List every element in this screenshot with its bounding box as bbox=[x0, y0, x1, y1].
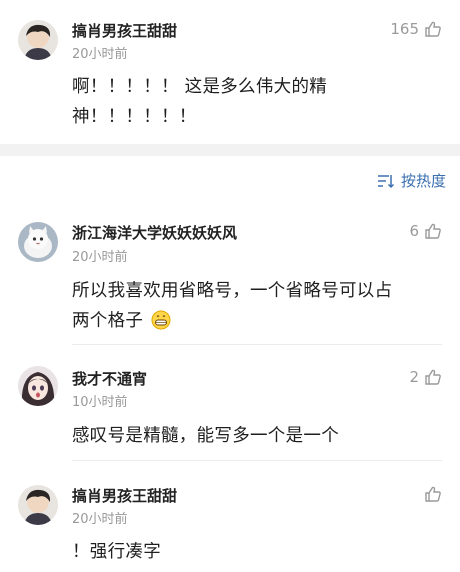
avatar[interactable] bbox=[18, 485, 58, 525]
comment-item: 浙江海洋大学妖妖妖妖风 20小时前 6 所以我喜欢用省略号，一个省略号可以占 两… bbox=[0, 220, 460, 345]
like-button[interactable]: 165 bbox=[390, 20, 442, 38]
like-count: 165 bbox=[390, 20, 419, 38]
divider bbox=[72, 460, 442, 461]
like-button[interactable] bbox=[419, 485, 442, 503]
comment-line: 啊！！！！！ 这是多么伟大的精 bbox=[72, 77, 328, 97]
avatar[interactable] bbox=[18, 222, 58, 262]
user-name[interactable]: 我才不通宵 bbox=[72, 368, 147, 389]
thumbs-up-icon bbox=[425, 21, 441, 37]
like-count: 2 bbox=[409, 368, 419, 386]
comment-text: 所以我喜欢用省略号，一个省略号可以占 两个格子 bbox=[72, 276, 442, 340]
sort-label: 按热度 bbox=[400, 172, 446, 190]
timestamp: 20小时前 bbox=[72, 512, 128, 527]
comment-item: 搞肖男孩王甜甜 20小时前 ！强行凑字 bbox=[0, 480, 460, 572]
user-name[interactable]: 搞肖男孩王甜甜 bbox=[72, 485, 177, 506]
grin-emoji-icon bbox=[151, 310, 171, 340]
comment-line: 感叹号是精髓，能写多一个是一个 bbox=[72, 426, 339, 446]
thumbs-up-icon bbox=[425, 369, 441, 385]
like-button[interactable]: 6 bbox=[409, 222, 442, 240]
comment-line: ！强行凑字 bbox=[72, 542, 161, 562]
timestamp: 20小时前 bbox=[72, 47, 128, 62]
user-name[interactable]: 浙江海洋大学妖妖妖妖风 bbox=[72, 222, 237, 243]
comment-item: 搞肖男孩王甜甜 20小时前 165 啊！！！！！ 这是多么伟大的精 神！！！！！… bbox=[0, 0, 460, 140]
timestamp: 20小时前 bbox=[72, 250, 128, 265]
timestamp: 10小时前 bbox=[72, 395, 128, 410]
avatar[interactable] bbox=[18, 20, 58, 60]
thumbs-up-icon bbox=[425, 486, 441, 502]
avatar[interactable] bbox=[18, 366, 58, 406]
comment-text: 感叹号是精髓，能写多一个是一个 bbox=[72, 421, 442, 451]
comment-text: 啊！！！！！ 这是多么伟大的精 神！！！！！！ bbox=[72, 72, 442, 132]
divider bbox=[72, 344, 442, 345]
user-name[interactable]: 搞肖男孩王甜甜 bbox=[72, 20, 177, 41]
comment-line: 两个格子 bbox=[72, 311, 144, 331]
like-count: 6 bbox=[409, 222, 419, 240]
comment-line: 神！！！！！！ bbox=[72, 107, 197, 127]
sort-button[interactable]: 按热度 bbox=[377, 170, 446, 191]
comment-text: ！强行凑字 bbox=[72, 537, 442, 567]
section-divider bbox=[0, 144, 460, 156]
like-button[interactable]: 2 bbox=[409, 368, 442, 386]
thumbs-up-icon bbox=[425, 223, 441, 239]
sort-icon bbox=[377, 174, 395, 188]
comment-line: 所以我喜欢用省略号，一个省略号可以占 bbox=[72, 281, 393, 301]
comment-item: 我才不通宵 10小时前 2 感叹号是精髓，能写多一个是一个 bbox=[0, 366, 460, 461]
